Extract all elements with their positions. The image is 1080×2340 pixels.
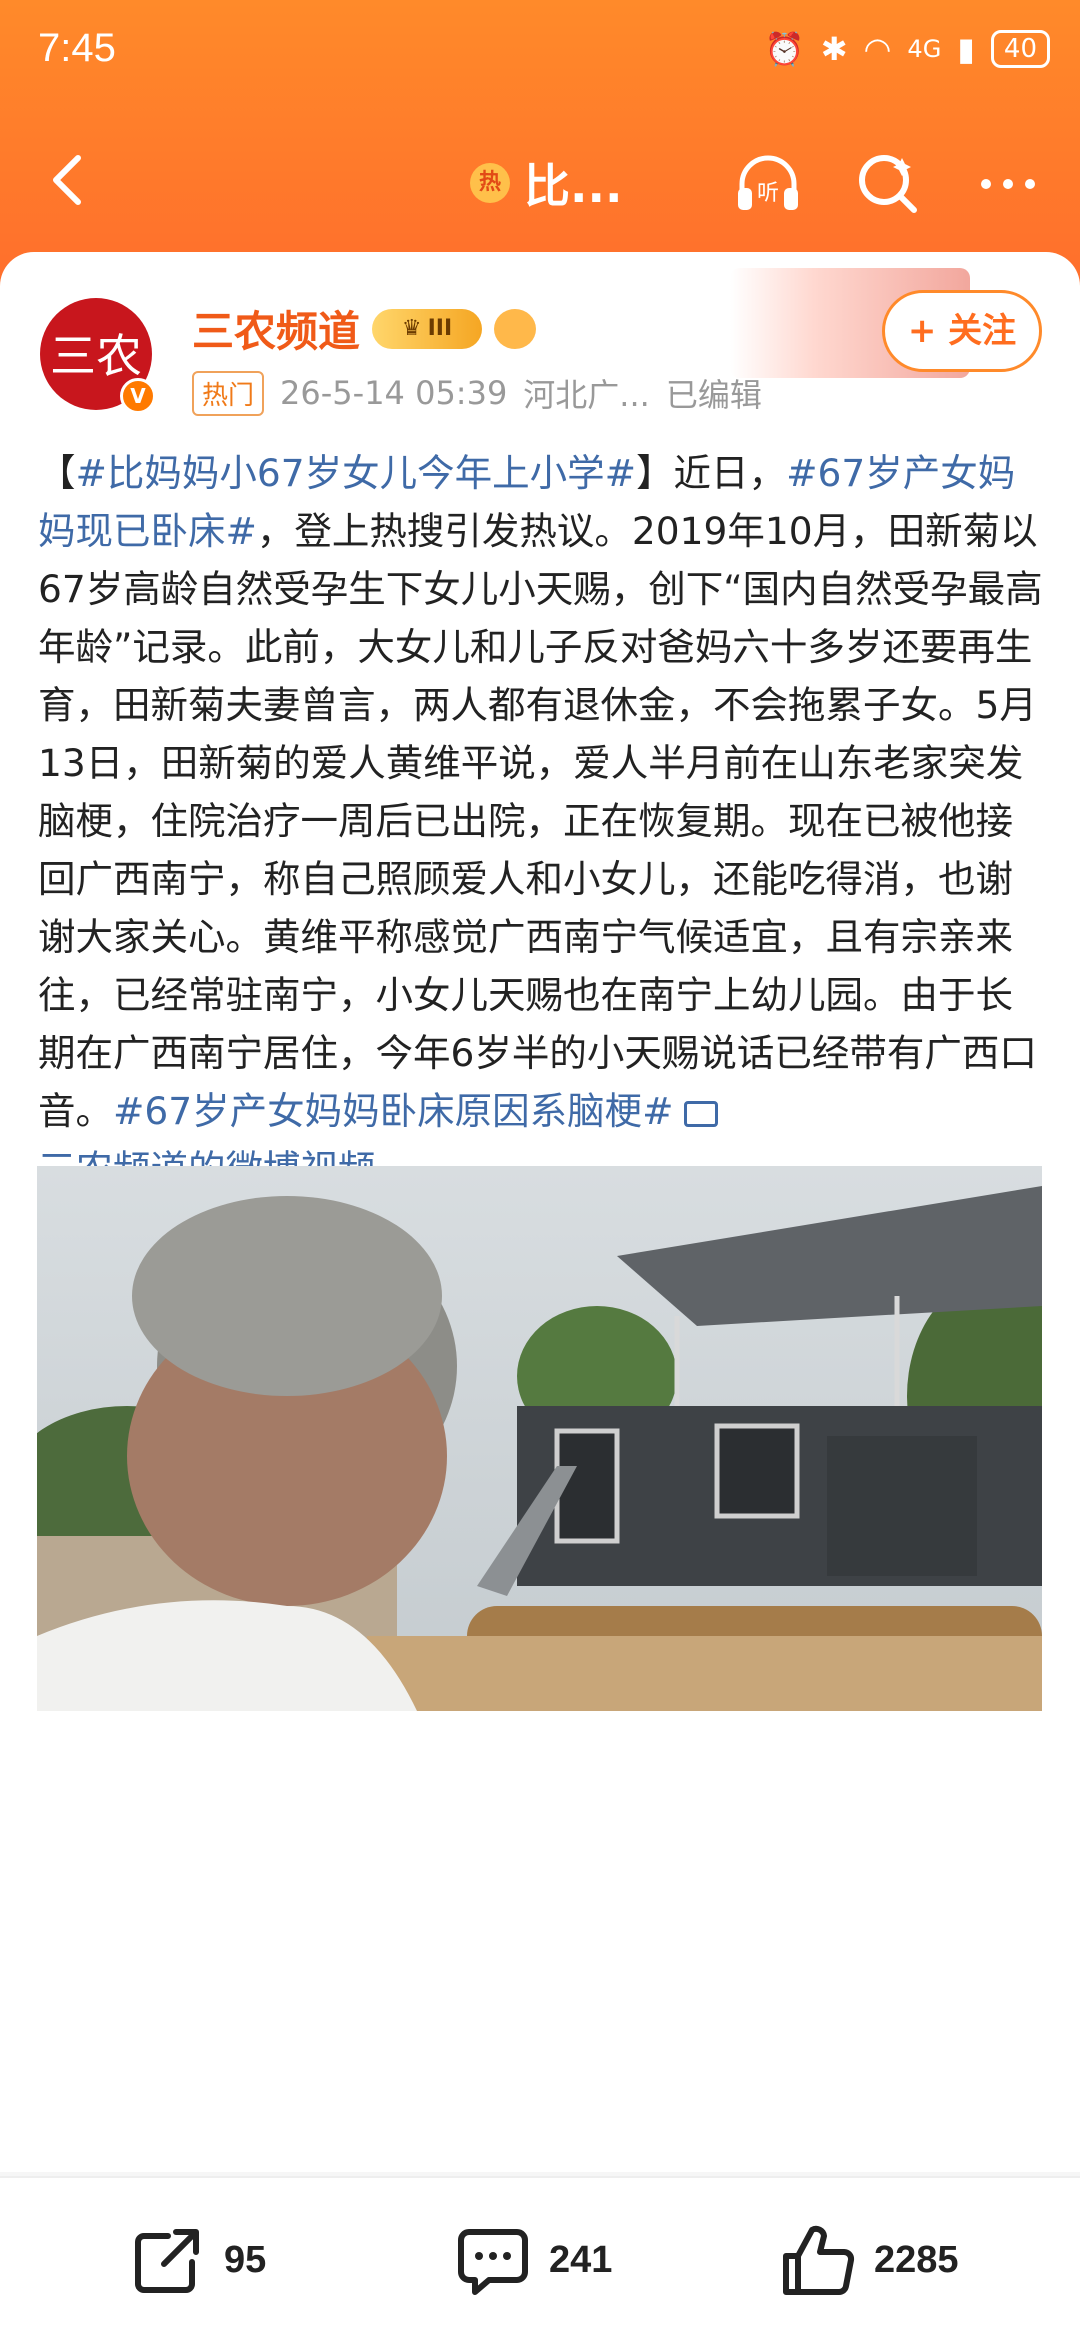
post-text: 】近日， (636, 451, 787, 495)
like-count: 2285 (874, 2238, 959, 2281)
video-icon (683, 1100, 718, 1127)
follow-button[interactable]: + 关注 (882, 290, 1042, 372)
bluetooth-icon: ✱ (820, 30, 848, 68)
status-icons: ⏰ ✱ ◠ 4G ▮ 40 (765, 30, 1050, 68)
battery-icon: 40 (990, 30, 1050, 68)
hot-search-icon: 热 (470, 163, 510, 203)
hashtag-link[interactable]: #67岁产女妈妈卧床原因系脑梗# (113, 1089, 674, 1133)
comment-icon (458, 2229, 528, 2295)
top-nav: 热 比... 听 (0, 110, 1080, 260)
post-text: ，登上热搜引发热议。2019年10月，田新菊以67岁高龄自然受孕生下女儿小天赐，… (38, 509, 1043, 1133)
repost-icon (135, 2229, 199, 2293)
listen-label: 听 (757, 181, 779, 206)
comment-count: 241 (549, 2238, 613, 2281)
comment-action[interactable]: 241 (455, 2178, 612, 2340)
nav-title-group: 热 比... (470, 150, 622, 216)
search-icon[interactable] (852, 148, 924, 220)
vip-crown-icon[interactable]: ♛ III (372, 308, 483, 349)
author-row: 三农频道 ♛ III (192, 298, 537, 359)
post-location: 河北广... (523, 376, 650, 414)
signal-icon: ▮ (957, 30, 975, 68)
nav-title: 比... (524, 159, 623, 213)
nav-actions: 听 (732, 148, 1044, 220)
like-icon (783, 2225, 855, 2295)
back-icon[interactable] (40, 150, 100, 210)
like-action[interactable]: 2285 (780, 2178, 959, 2340)
bottom-action-bar: 95 241 2285 (0, 2176, 1080, 2340)
author-avatar[interactable]: 三农 V (40, 298, 156, 414)
network-label: 4G (907, 35, 942, 63)
edited-label: 已编辑 (665, 376, 762, 414)
wifi-icon: ◠ (863, 30, 892, 68)
hashtag-link[interactable]: #比妈妈小67岁女儿今年上小学# (76, 451, 637, 495)
hot-tag: 热门 (192, 370, 265, 416)
more-icon[interactable] (972, 148, 1044, 220)
repost-action[interactable]: 95 (130, 2178, 266, 2340)
listen-icon[interactable]: 听 (732, 148, 804, 220)
repost-count: 95 (224, 2238, 267, 2281)
post-datetime: 26-5-14 05:39 (280, 374, 508, 412)
post-content: 【#比妈妈小67岁女儿今年上小学#】近日，#67岁产女妈妈现已卧床#，登上热搜引… (38, 444, 1048, 1198)
status-bar: 7:45 ⏰ ✱ ◠ 4G ▮ 40 (0, 0, 1080, 110)
post-card: 三农 V 三农频道 ♛ III 热门 26-5-14 05:39 河北广... … (0, 252, 1080, 2172)
post-text: 【 (38, 451, 76, 495)
post-photo[interactable] (37, 1166, 1042, 1711)
status-time: 7:45 (38, 26, 116, 70)
fan-badge-icon[interactable] (494, 308, 537, 349)
avatar-text: 三农 (50, 329, 142, 383)
author-name[interactable]: 三农频道 (192, 298, 360, 359)
alarm-icon: ⏰ (764, 30, 805, 68)
post-meta: 热门 26-5-14 05:39 河北广... 已编辑 (192, 370, 762, 416)
vip-level: III (427, 316, 453, 341)
verified-icon: V (120, 378, 156, 414)
